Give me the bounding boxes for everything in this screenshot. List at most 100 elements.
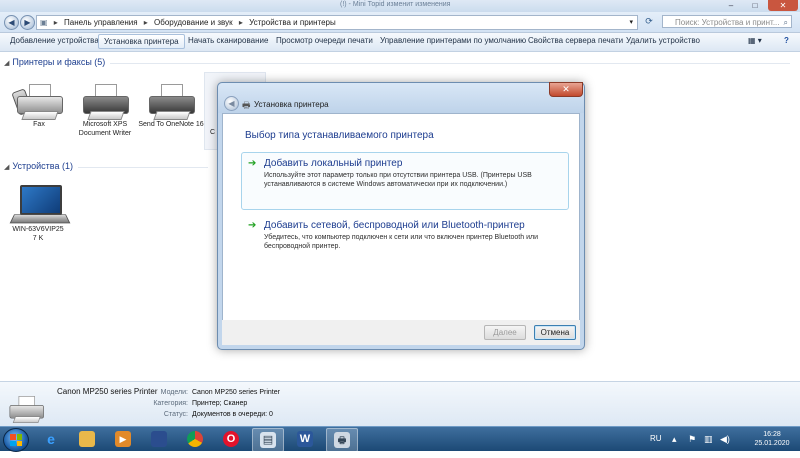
ie-icon: e — [47, 431, 55, 447]
chevron-right-icon: ▸ — [238, 18, 243, 27]
network-icon[interactable]: ▥ — [704, 434, 713, 458]
command-toolbar: Добавление устройства Установка принтера… — [0, 33, 800, 52]
selected-printer-icon — [8, 396, 44, 423]
remove-device-button[interactable]: Удалить устройство — [626, 36, 700, 45]
add-printer-dialog: ✕ ◀ 🖶 Установка принтера Выбор типа уста… — [217, 82, 585, 350]
dialog-heading: Выбор типа устанавливаемого принтера — [245, 130, 434, 141]
default-printer-button[interactable]: Управление принтерами по умолчанию — [380, 36, 526, 45]
maximize-button[interactable]: □ — [744, 0, 766, 11]
close-icon: ✕ — [562, 84, 570, 94]
taskbar-control-panel[interactable]: ▤ — [252, 428, 284, 452]
chevron-down-icon[interactable]: ▾ — [629, 16, 633, 29]
clock-date: 25.01.2020 — [754, 440, 790, 447]
dialog-footer: Далее Отмена — [222, 320, 580, 345]
taskbar-word[interactable]: W — [290, 428, 320, 450]
search-placeholder: Поиск: Устройства и принт... — [675, 18, 780, 27]
refresh-button[interactable]: ⟳ — [642, 15, 656, 28]
status-value: Документов в очереди: 0 — [192, 411, 273, 418]
taskbar-explorer[interactable] — [72, 428, 102, 450]
printer-wizard-icon: 🖶 — [334, 432, 350, 448]
taskbar-floppy[interactable] — [144, 428, 174, 450]
search-input[interactable]: Поиск: Устройства и принт... ⌕ — [662, 15, 792, 28]
option-description: Используйте этот параметр только при отс… — [264, 172, 532, 188]
breadcrumb-devices[interactable]: Устройства и принтеры — [249, 18, 336, 27]
divider — [110, 63, 790, 64]
model-value: Canon MP250 series Printer — [192, 389, 280, 396]
arrow-left-icon: ◀ — [228, 99, 235, 108]
taskbar: e ▶ O ▤ W 🖶 RU ▴ ⚑ ▥ ◀) 16:28 25.01.2020 — [0, 426, 800, 454]
control-panel-icon: ▤ — [260, 432, 276, 448]
folder-icon — [79, 431, 95, 447]
category-label: Категория: — [153, 400, 188, 407]
device-onenote[interactable]: Send To OneNote 16 — [136, 84, 206, 129]
details-pane: Canon MP250 series Printer Модели: Canon… — [0, 381, 800, 427]
taskbar-ie[interactable]: e — [36, 428, 66, 450]
dialog-close-button[interactable]: ✕ — [549, 82, 583, 97]
search-icon: ⌕ — [783, 18, 788, 27]
device-fax[interactable]: Fax — [4, 84, 74, 129]
chevron-right-icon: ▸ — [143, 18, 148, 27]
option-title: Добавить локальный принтер — [264, 158, 403, 169]
window-title: (!) - Mini Тоpid изменит изменения — [340, 1, 451, 8]
opera-icon: O — [223, 431, 239, 447]
minimize-button[interactable]: – — [720, 0, 742, 11]
view-options-icon[interactable]: ▦ ▾ — [748, 36, 762, 45]
start-scan-button[interactable]: Начать сканирование — [188, 36, 268, 45]
device-label: Microsoft XPS Document Writer — [78, 121, 132, 137]
add-device-button[interactable]: Добавление устройства — [10, 36, 99, 45]
dialog-back-button[interactable]: ◀ — [224, 96, 239, 111]
clock-time: 16:28 — [763, 431, 781, 438]
green-arrow-icon: ➔ — [248, 158, 257, 169]
add-printer-button[interactable]: Установка принтера — [98, 34, 185, 49]
taskbar-printer-wizard[interactable]: 🖶 — [326, 428, 358, 452]
breadcrumb-control-panel[interactable]: Панель управления — [64, 18, 138, 27]
dialog-caption: Установка принтера — [254, 100, 329, 109]
fax-icon — [11, 84, 63, 120]
chrome-icon — [187, 431, 203, 447]
device-xps-writer[interactable]: Microsoft XPS Document Writer — [70, 84, 140, 138]
print-queue-button[interactable]: Просмотр очереди печати — [276, 36, 373, 45]
chevron-right-icon: ▸ — [53, 18, 58, 27]
dialog-titlebar: ✕ ◀ 🖶 Установка принтера — [218, 82, 584, 113]
device-computer[interactable]: WIN-63V6VIP257 K — [4, 185, 74, 243]
green-arrow-icon: ➔ — [248, 220, 257, 231]
back-button[interactable]: ◀ — [4, 15, 19, 30]
category-value: Принтер; Сканер — [192, 400, 248, 407]
next-button[interactable]: Далее — [484, 325, 526, 340]
arrow-left-icon: ◀ — [8, 18, 15, 27]
word-icon: W — [297, 431, 313, 447]
option-local-printer[interactable]: ➔ Добавить локальный принтер Используйте… — [241, 152, 569, 210]
language-indicator[interactable]: RU — [650, 434, 662, 458]
media-player-icon: ▶ — [115, 431, 131, 447]
refresh-icon: ⟳ — [645, 16, 653, 26]
divider — [78, 167, 208, 168]
windows-logo-icon — [10, 434, 22, 446]
taskbar-opera[interactable]: O — [216, 428, 246, 450]
option-title: Добавить сетевой, беспроводной или Bluet… — [264, 220, 525, 231]
device-label: C — [210, 129, 216, 136]
laptop-icon — [9, 185, 71, 225]
taskbar-chrome[interactable] — [180, 428, 210, 450]
start-button[interactable] — [3, 428, 29, 452]
explorer-titlebar: (!) - Mini Тоpid изменит изменения – □ ✕ — [0, 0, 800, 12]
devices-group-header[interactable]: ◢ Устройства (1) — [4, 161, 73, 171]
forward-button[interactable]: ▶ — [20, 15, 35, 30]
printer-icon — [147, 84, 195, 120]
cancel-button[interactable]: Отмена — [534, 325, 576, 340]
flag-icon[interactable]: ⚑ — [688, 434, 696, 458]
model-label: Модели: — [160, 389, 188, 396]
close-button[interactable]: ✕ — [768, 0, 798, 11]
option-network-printer[interactable]: ➔ Добавить сетевой, беспроводной или Blu… — [241, 214, 569, 266]
volume-icon[interactable]: ◀) — [720, 434, 730, 458]
breadcrumb-hardware[interactable]: Оборудование и звук — [154, 18, 233, 27]
show-hidden-icons[interactable]: ▴ — [672, 434, 677, 458]
help-icon[interactable]: ? — [784, 36, 789, 45]
clock[interactable]: 16:28 25.01.2020 — [748, 430, 796, 454]
server-properties-button[interactable]: Свойства сервера печати — [528, 36, 623, 45]
address-bar[interactable]: ▣ ▸ Панель управления ▸ Оборудование и з… — [36, 15, 638, 30]
printers-group-header[interactable]: ◢ Принтеры и факсы (5) — [4, 57, 105, 67]
taskbar-media-player[interactable]: ▶ — [108, 428, 138, 450]
dialog-content: Выбор типа устанавливаемого принтера ➔ Д… — [222, 113, 580, 321]
collapse-icon: ◢ — [4, 164, 10, 171]
option-description: Убедитесь, что компьютер подключен к сет… — [264, 234, 538, 250]
